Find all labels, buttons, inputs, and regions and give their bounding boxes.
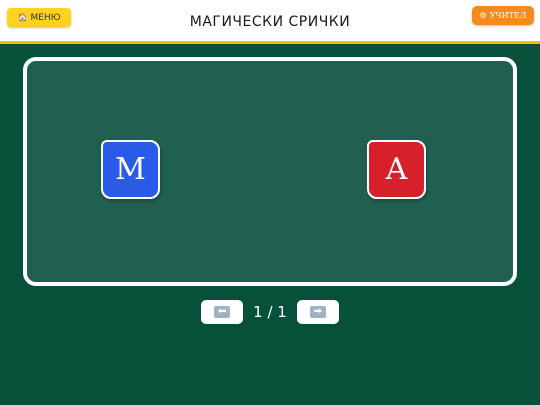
pager: ⬅ 1 / 1 ➡ xyxy=(0,300,540,324)
arrow-right-icon: ➡ xyxy=(309,306,326,318)
house-icon: 🏠 xyxy=(17,12,28,22)
teacher-button-label: УЧИТЕЛ xyxy=(489,11,527,20)
gear-icon: ⚙ xyxy=(479,10,487,20)
menu-button[interactable]: 🏠 МЕНЮ xyxy=(7,8,71,27)
prev-page-button[interactable]: ⬅ xyxy=(201,300,244,324)
top-bar: МАГИЧЕСКИ СРИЧКИ 🏠 МЕНЮ ⚙ УЧИТЕЛ xyxy=(0,0,540,44)
game-board: М А xyxy=(23,57,517,286)
letter-tile-m[interactable]: М xyxy=(101,140,160,199)
page-title: МАГИЧЕСКИ СРИЧКИ xyxy=(189,14,351,30)
arrow-left-icon: ⬅ xyxy=(214,306,231,318)
menu-button-label: МЕНЮ xyxy=(30,12,61,23)
teacher-button[interactable]: ⚙ УЧИТЕЛ xyxy=(472,6,534,25)
page-indicator: 1 / 1 xyxy=(253,303,287,321)
letter-tile-a[interactable]: А xyxy=(367,140,426,199)
letter-tile-m-text: М xyxy=(115,152,146,187)
next-page-button[interactable]: ➡ xyxy=(296,300,339,324)
letter-tile-a-text: А xyxy=(385,152,408,187)
